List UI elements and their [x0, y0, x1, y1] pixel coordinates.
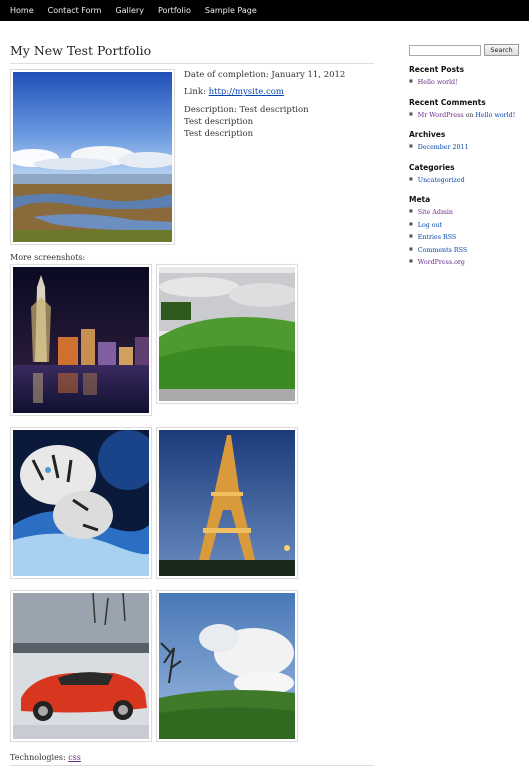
nav-sample-page[interactable]: Sample Page	[205, 6, 257, 15]
red-car-image	[13, 593, 149, 739]
cloudy-sky-image	[159, 593, 295, 739]
main-portfolio-image[interactable]	[10, 69, 175, 245]
comment-post-link[interactable]: Hello world!	[475, 112, 515, 119]
screenshot-thumb[interactable]	[10, 264, 152, 416]
more-screenshots-label: More screenshots:	[10, 253, 86, 262]
list-item: December 2011	[409, 141, 519, 154]
search-button[interactable]: Search	[484, 44, 519, 56]
categories-widget: Categories Uncategorized	[409, 163, 519, 187]
page-title: My New Test Portfolio	[10, 43, 152, 58]
list-item: Mr WordPress on Hello world!	[409, 109, 519, 122]
entries-rss-link[interactable]: Entries RSS	[418, 234, 456, 241]
meta-title: Meta	[409, 195, 431, 204]
list-item: Site Admin	[409, 206, 519, 219]
category-link[interactable]: Uncategorized	[418, 177, 465, 184]
description: Description: Test description Test descr…	[184, 104, 309, 140]
list-item: Log out	[409, 219, 519, 232]
site-admin-link[interactable]: Site Admin	[418, 209, 453, 216]
comments-rss-link[interactable]: Comments RSS	[418, 247, 467, 254]
list-item: Comments RSS	[409, 244, 519, 257]
nav-gallery[interactable]: Gallery	[115, 6, 144, 15]
recent-posts-widget: Recent Posts Hello world!	[409, 65, 519, 89]
nav-portfolio[interactable]: Portfolio	[158, 6, 191, 15]
recent-post-link[interactable]: Hello world!	[418, 79, 458, 86]
search-form: Search	[409, 44, 519, 56]
screenshot-thumb[interactable]	[10, 590, 152, 742]
technologies-line: Technologies: css	[10, 753, 81, 762]
recent-comments-widget: Recent Comments Mr WordPress on Hello wo…	[409, 98, 519, 122]
comment-author-link[interactable]: Mr WordPress	[418, 112, 464, 119]
screenshot-thumb[interactable]	[10, 427, 152, 579]
archives-title: Archives	[409, 130, 446, 139]
eiffel-tower-image	[159, 430, 295, 576]
categories-title: Categories	[409, 162, 455, 172]
green-hill-image	[159, 267, 295, 401]
sidebar: Search Recent Posts Hello world! Recent …	[409, 44, 519, 269]
nav-contact-form[interactable]: Contact Form	[48, 6, 102, 15]
screenshot-thumb[interactable]	[156, 427, 298, 579]
completion-date: Date of completion: January 11, 2012	[184, 70, 346, 80]
recent-comments-title: Recent Comments	[409, 97, 486, 107]
archive-link[interactable]: December 2011	[418, 144, 469, 151]
nav-home[interactable]: Home	[10, 6, 34, 15]
list-item: Entries RSS	[409, 231, 519, 244]
marsh-landscape-image	[13, 72, 172, 242]
list-item: Hello world!	[409, 76, 519, 89]
portfolio-link[interactable]: http://mysite.com	[209, 87, 284, 97]
log-out-link[interactable]: Log out	[418, 222, 442, 229]
archives-widget: Archives December 2011	[409, 130, 519, 154]
top-navigation: Home Contact Form Gallery Portfolio Samp…	[0, 0, 529, 21]
bottom-divider	[10, 765, 374, 766]
recent-posts-title: Recent Posts	[409, 65, 465, 74]
screenshot-thumb[interactable]	[156, 590, 298, 742]
list-item: WordPress.org	[409, 256, 519, 269]
search-input[interactable]	[409, 44, 481, 56]
city-night-image	[13, 267, 149, 413]
wordpress-org-link[interactable]: WordPress.org	[418, 259, 465, 266]
white-tiger-image	[13, 430, 149, 576]
meta-widget: Meta Site Admin Log out Entries RSS Comm…	[409, 195, 519, 269]
link-line: Link: http://mysite.com	[184, 87, 284, 98]
technology-link[interactable]: css	[68, 753, 81, 762]
title-divider	[10, 63, 374, 64]
portfolio-meta: Date of completion: January 11, 2012 Lin…	[184, 69, 374, 141]
list-item: Uncategorized	[409, 174, 519, 187]
screenshot-thumb[interactable]	[156, 264, 298, 404]
